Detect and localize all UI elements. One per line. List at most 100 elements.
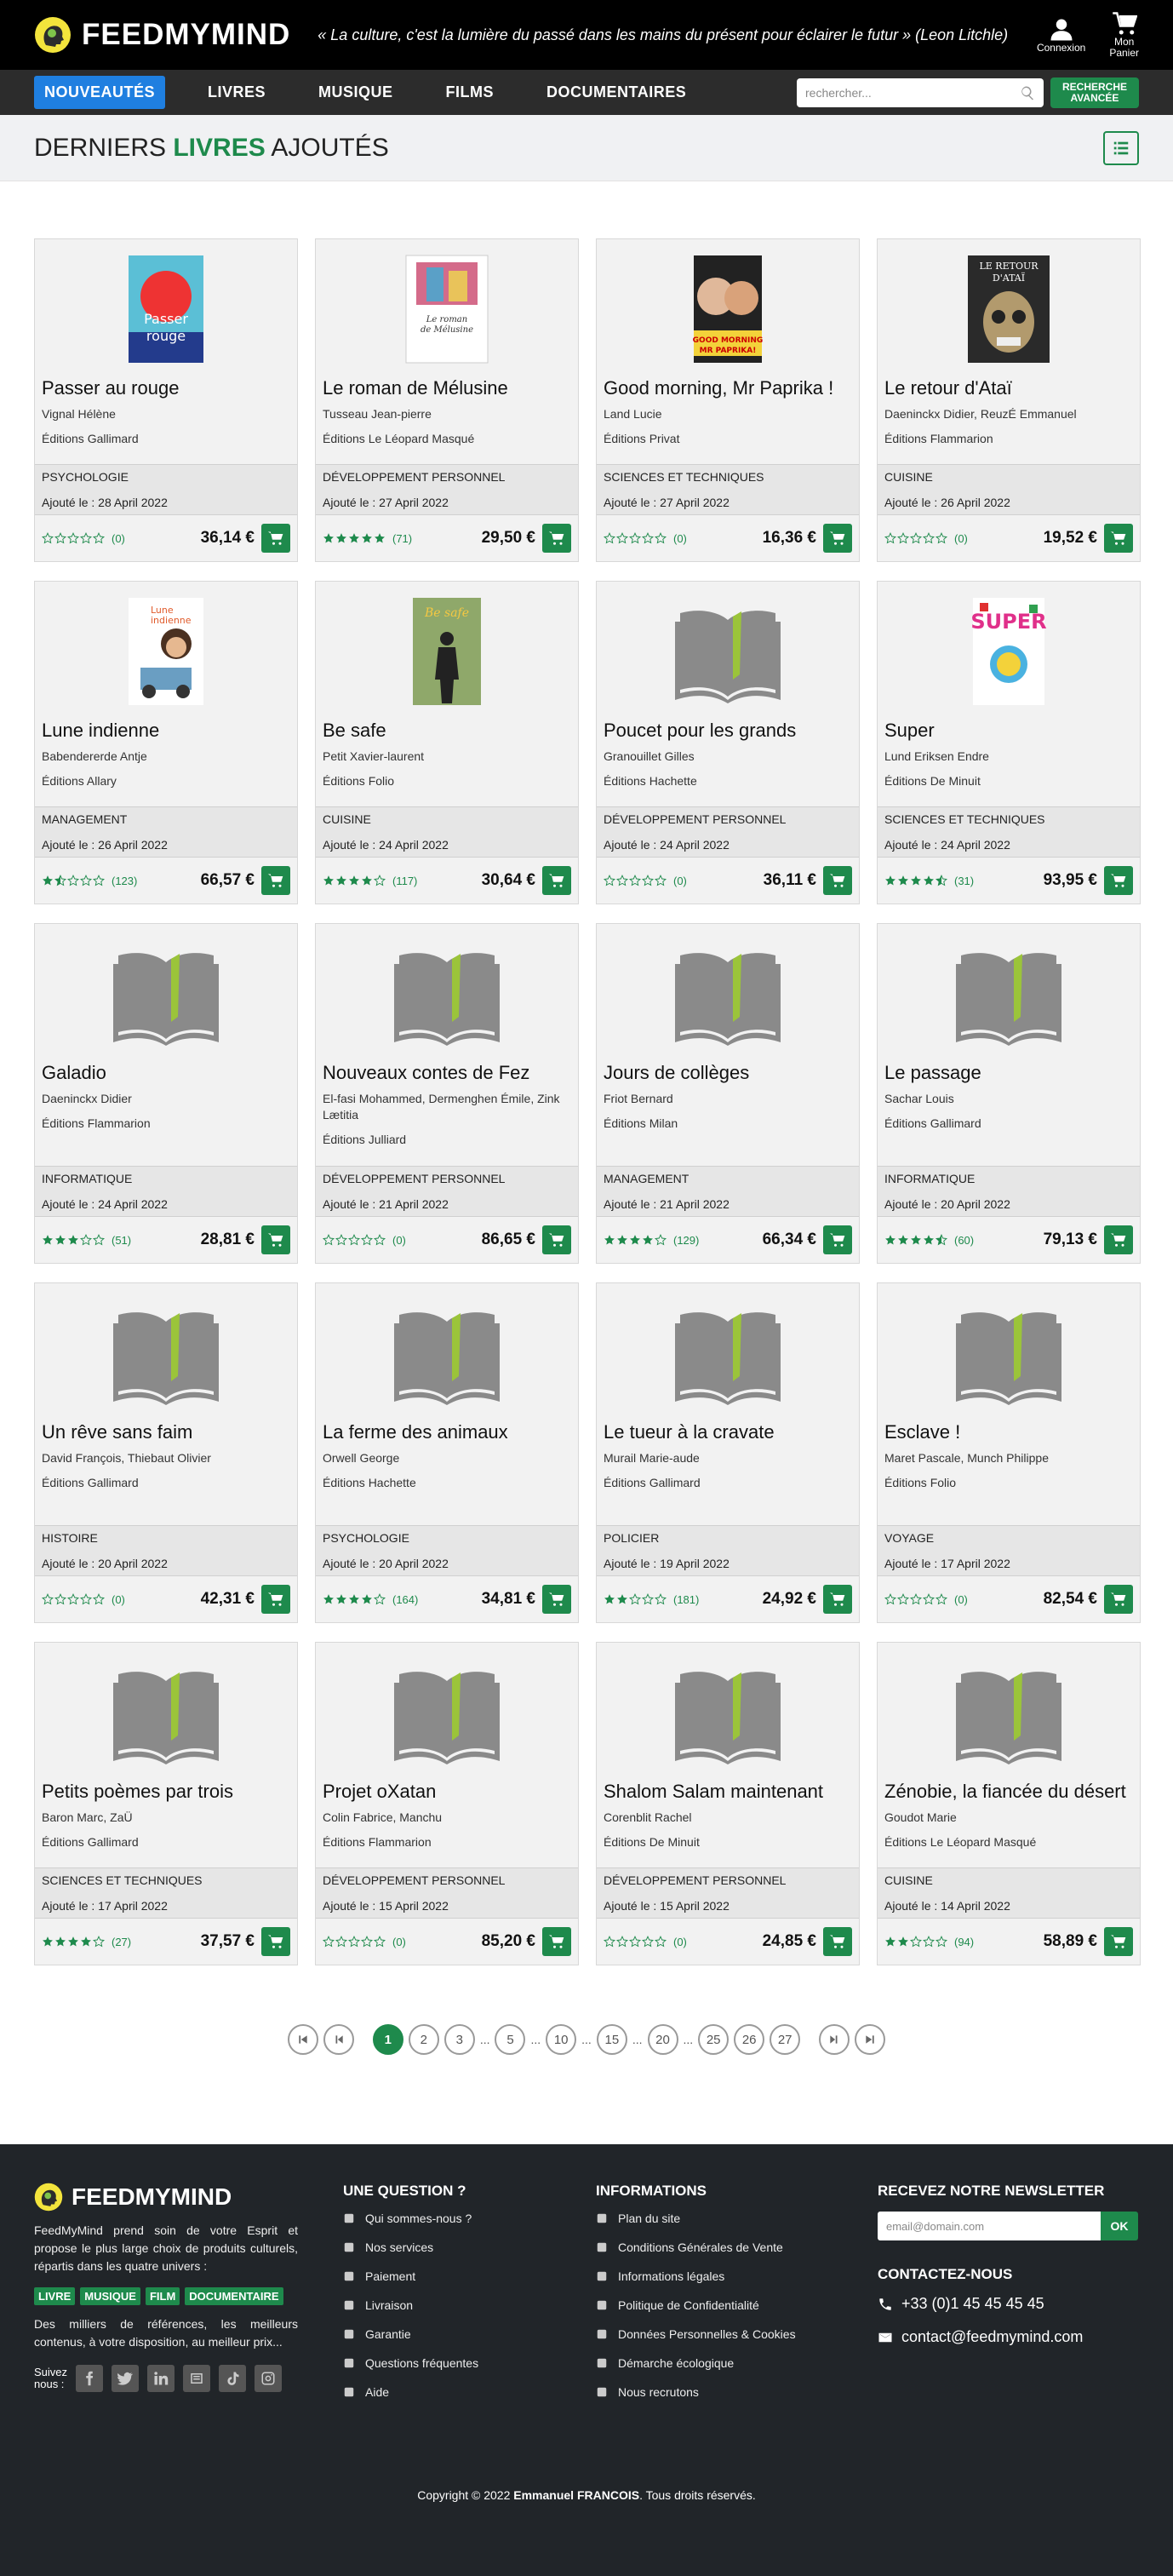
rating-stars[interactable] bbox=[604, 1593, 667, 1605]
rating-stars[interactable] bbox=[604, 1936, 667, 1948]
book-author[interactable]: Tusseau Jean-pierre bbox=[323, 406, 571, 422]
rating-stars[interactable] bbox=[323, 1593, 386, 1605]
contact-phone[interactable]: +33 (0)1 45 45 45 45 bbox=[878, 2295, 1142, 2313]
footer-link[interactable]: Livraison bbox=[343, 2298, 564, 2312]
book-cover-image[interactable]: GOOD MORNING MR PAPRIKA! bbox=[673, 254, 782, 364]
book-category[interactable]: DÉVELOPPEMENT PERSONNEL bbox=[604, 1873, 852, 1887]
add-to-cart-button[interactable] bbox=[1104, 1585, 1133, 1614]
rating-count[interactable]: (51) bbox=[112, 1234, 131, 1247]
book-cover[interactable] bbox=[316, 1294, 578, 1413]
book-card[interactable]: Projet oXatan Colin Fabrice, Manchu Éditio… bbox=[315, 1642, 579, 1965]
add-to-cart-button[interactable] bbox=[261, 1585, 290, 1614]
rating-count[interactable]: (31) bbox=[954, 875, 974, 887]
add-to-cart-button[interactable] bbox=[1104, 1225, 1133, 1254]
book-title[interactable]: Poucet pour les grands bbox=[604, 720, 852, 742]
book-placeholder-icon[interactable] bbox=[392, 1298, 501, 1408]
rating-stars[interactable] bbox=[884, 1936, 947, 1948]
book-placeholder-icon[interactable] bbox=[954, 938, 1063, 1049]
book-title[interactable]: La ferme des animaux bbox=[323, 1421, 571, 1443]
rating-stars[interactable] bbox=[884, 1234, 947, 1246]
facebook-link[interactable] bbox=[76, 2365, 104, 2392]
rating-stars[interactable] bbox=[323, 1234, 386, 1246]
add-to-cart-button[interactable] bbox=[542, 1585, 571, 1614]
add-to-cart-button[interactable] bbox=[823, 1225, 852, 1254]
book-title[interactable]: Be safe bbox=[323, 720, 571, 742]
add-to-cart-button[interactable] bbox=[1104, 524, 1133, 553]
page-button[interactable]: 3 bbox=[443, 2024, 475, 2055]
add-to-cart-button[interactable] bbox=[261, 1927, 290, 1956]
advanced-search-button[interactable]: RECHERCHE AVANCÉE bbox=[1050, 77, 1139, 108]
nav-item-musique[interactable]: MUSIQUE bbox=[308, 76, 403, 109]
linkedin-link[interactable] bbox=[147, 2365, 175, 2392]
page-button[interactable]: 2 bbox=[408, 2024, 439, 2055]
book-placeholder-icon[interactable] bbox=[673, 596, 782, 707]
book-cover[interactable] bbox=[316, 1653, 578, 1772]
add-to-cart-button[interactable] bbox=[261, 866, 290, 895]
nav-item-livres[interactable]: LIVRES bbox=[197, 76, 276, 109]
rating-stars[interactable] bbox=[604, 1234, 667, 1246]
tag-film[interactable]: FILM bbox=[145, 2287, 180, 2305]
book-title[interactable]: Good morning, Mr Paprika ! bbox=[604, 377, 852, 399]
book-category[interactable]: CUISINE bbox=[323, 812, 571, 826]
page-button[interactable]: 27 bbox=[770, 2024, 801, 2055]
page-button[interactable]: 15 bbox=[596, 2024, 627, 2055]
rating-count[interactable]: (0) bbox=[673, 875, 687, 887]
instagram-link[interactable] bbox=[255, 2365, 283, 2392]
add-to-cart-button[interactable] bbox=[542, 1225, 571, 1254]
cart-button[interactable]: Mon Panier bbox=[1109, 11, 1139, 59]
book-author[interactable]: Land Lucie bbox=[604, 406, 852, 422]
page-button[interactable]: 25 bbox=[698, 2024, 730, 2055]
rating-count[interactable]: (129) bbox=[673, 1234, 699, 1247]
rating-count[interactable]: (181) bbox=[673, 1593, 699, 1606]
rating-count[interactable]: (0) bbox=[112, 532, 125, 545]
book-title[interactable]: Shalom Salam maintenant bbox=[604, 1781, 852, 1803]
book-cover[interactable]: Lune indienne bbox=[35, 592, 297, 711]
tag-livre[interactable]: LIVRE bbox=[34, 2287, 76, 2305]
footer-link[interactable]: Plan du site bbox=[596, 2212, 851, 2225]
book-card[interactable]: Le roman de Mélusine Le roman de Mélusine T… bbox=[315, 238, 579, 562]
twitter-link[interactable] bbox=[112, 2365, 140, 2392]
rating-stars[interactable] bbox=[42, 1234, 105, 1246]
book-card[interactable]: SUPER Super Lund Eriksen Endre Éditions De … bbox=[877, 581, 1141, 904]
book-card[interactable]: Un rêve sans faim David François, Thiebau… bbox=[34, 1282, 298, 1623]
book-card[interactable]: Shalom Salam maintenant Corenblit Rachel É… bbox=[596, 1642, 860, 1965]
book-author[interactable]: Daeninckx Didier bbox=[42, 1091, 290, 1107]
book-category[interactable]: PSYCHOLOGIE bbox=[42, 470, 290, 484]
book-card[interactable]: LE RETOUR D'ATAÏ Le retour d'Ataï Daeninckx… bbox=[877, 238, 1141, 562]
book-title[interactable]: Le retour d'Ataï bbox=[884, 377, 1133, 399]
footer-link[interactable]: Aide bbox=[343, 2385, 564, 2399]
book-cover[interactable]: SUPER bbox=[878, 592, 1140, 711]
rating-count[interactable]: (0) bbox=[112, 1593, 125, 1606]
rating-stars[interactable] bbox=[323, 875, 386, 886]
rating-count[interactable]: (164) bbox=[392, 1593, 418, 1606]
rating-count[interactable]: (0) bbox=[673, 1936, 687, 1948]
book-title[interactable]: Un rêve sans faim bbox=[42, 1421, 290, 1443]
next-page-button[interactable] bbox=[819, 2024, 850, 2055]
add-to-cart-button[interactable] bbox=[542, 524, 571, 553]
book-title[interactable]: Super bbox=[884, 720, 1133, 742]
book-card[interactable]: Jours de collèges Friot Bernard Éditions M… bbox=[596, 923, 860, 1264]
book-author[interactable]: Colin Fabrice, Manchu bbox=[323, 1810, 571, 1826]
footer-link[interactable]: Conditions Générales de Vente bbox=[596, 2240, 851, 2254]
book-cover[interactable]: Le roman de Mélusine bbox=[316, 250, 578, 369]
rating-stars[interactable] bbox=[884, 1593, 947, 1605]
book-card[interactable]: Le tueur à la cravate Murail Marie-aude Éd… bbox=[596, 1282, 860, 1623]
footer-link[interactable]: Paiement bbox=[343, 2269, 564, 2283]
book-category[interactable]: SCIENCES ET TECHNIQUES bbox=[604, 470, 852, 484]
book-cover[interactable] bbox=[597, 1653, 859, 1772]
rating-count[interactable]: (0) bbox=[673, 532, 687, 545]
book-category[interactable]: MANAGEMENT bbox=[604, 1172, 852, 1185]
rating-stars[interactable] bbox=[884, 532, 947, 544]
footer-link[interactable]: Démarche écologique bbox=[596, 2356, 851, 2370]
book-category[interactable]: DÉVELOPPEMENT PERSONNEL bbox=[604, 812, 852, 826]
nav-item-nouveautes[interactable]: NOUVEAUTÉS bbox=[34, 76, 166, 109]
book-card[interactable]: Lune indienne Lune indienne Babendererde An… bbox=[34, 581, 298, 904]
add-to-cart-button[interactable] bbox=[823, 866, 852, 895]
book-cover[interactable] bbox=[878, 1294, 1140, 1413]
book-title[interactable]: Le passage bbox=[884, 1062, 1133, 1084]
rating-count[interactable]: (0) bbox=[392, 1936, 406, 1948]
rating-stars[interactable] bbox=[323, 1936, 386, 1948]
rating-stars[interactable] bbox=[42, 1936, 105, 1948]
add-to-cart-button[interactable] bbox=[823, 1927, 852, 1956]
add-to-cart-button[interactable] bbox=[823, 524, 852, 553]
